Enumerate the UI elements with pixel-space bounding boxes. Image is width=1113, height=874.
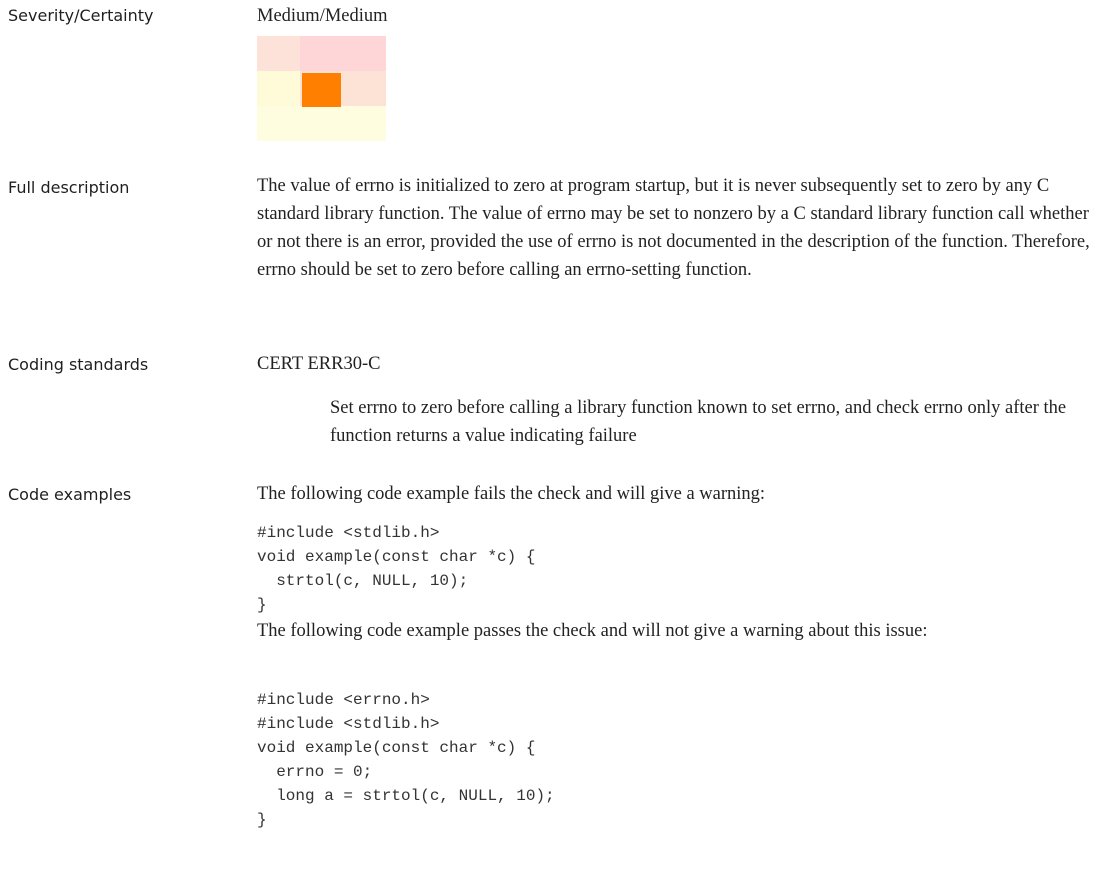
code-examples-label: Code examples — [8, 485, 132, 504]
matrix-cell — [257, 106, 300, 141]
matrix-cell — [300, 36, 343, 71]
matrix-cell — [343, 106, 386, 141]
coding-standard-id: CERT ERR30-C — [257, 354, 381, 374]
severity-certainty-matrix — [257, 36, 386, 141]
matrix-cell — [343, 71, 386, 106]
full-description-text: The value of errno is initialized to zer… — [257, 176, 1090, 280]
coding-standards-label: Coding standards — [8, 355, 149, 374]
fail-example-intro: The following code example fails the che… — [257, 484, 766, 504]
matrix-cell — [300, 106, 343, 141]
fail-code-block: #include <stdlib.h> void example(const c… — [257, 524, 536, 614]
matrix-cell — [257, 71, 300, 106]
matrix-cell — [343, 36, 386, 71]
matrix-cell — [257, 36, 300, 71]
pass-example-intro: The following code example passes the ch… — [257, 621, 928, 641]
coding-standard-rule: Set errno to zero before calling a libra… — [330, 398, 1067, 446]
pass-code-block: #include <errno.h> #include <stdlib.h> v… — [257, 691, 555, 829]
severity-label: Severity/Certainty — [8, 6, 154, 25]
severity-value: Medium/Medium — [257, 6, 388, 26]
full-description-label: Full description — [8, 178, 130, 197]
matrix-cell — [300, 71, 343, 107]
